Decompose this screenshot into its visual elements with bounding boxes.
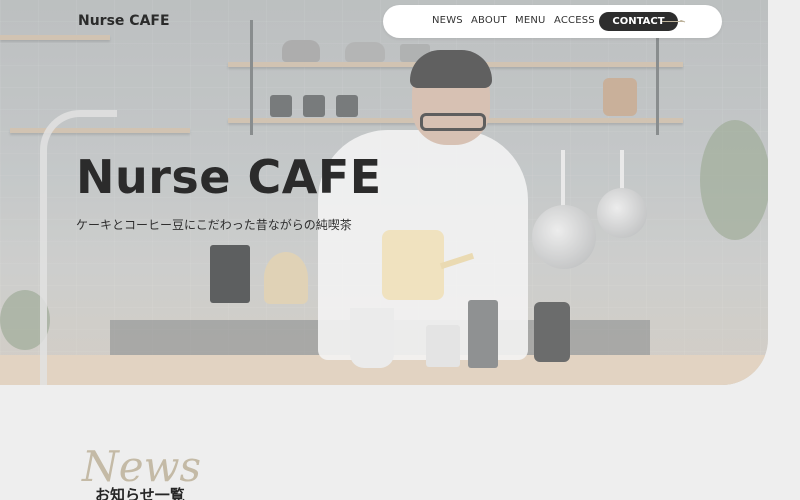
- global-nav: NEWS ABOUT MENU ACCESS CONTACT: [383, 5, 722, 38]
- site-logo[interactable]: Nurse CAFE: [78, 13, 170, 29]
- hero-tagline: ケーキとコーヒー豆にこだわった昔ながらの純喫茶: [76, 218, 352, 232]
- hero-section: Nurse CAFE ケーキとコーヒー豆にこだわった昔ながらの純喫茶: [0, 0, 768, 385]
- nav-link-about[interactable]: ABOUT: [471, 15, 507, 26]
- news-script-title: News: [82, 442, 202, 491]
- nav-link-news[interactable]: NEWS: [432, 15, 463, 26]
- news-heading: お知らせ一覧: [95, 486, 185, 500]
- nav-link-menu[interactable]: MENU: [515, 15, 546, 26]
- nav-link-access[interactable]: ACCESS: [554, 15, 595, 26]
- hero-title: Nurse CAFE: [76, 150, 382, 204]
- page: Nurse CAFE ケーキとコーヒー豆にこだわった昔ながらの純喫茶 Nurse…: [0, 0, 800, 500]
- arrow-right-icon: [662, 20, 686, 23]
